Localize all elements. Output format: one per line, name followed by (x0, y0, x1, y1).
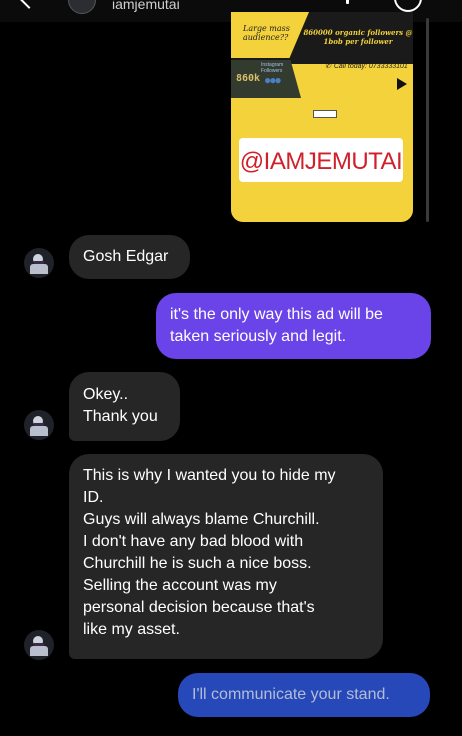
arrow-right-icon (397, 78, 407, 90)
contact-avatar[interactable] (68, 0, 96, 14)
call-icon[interactable] (346, 0, 349, 4)
message-bubble-incoming[interactable]: This is why I wanted you to hide my ID. … (69, 454, 383, 659)
ad-phone: Call today: 0733333101 (333, 63, 408, 70)
message-text: personal decision because that's (83, 599, 315, 616)
message-text: ID. (83, 489, 104, 506)
message-text: Churchill he is such a nice boss. (83, 555, 312, 572)
sender-avatar[interactable] (24, 410, 54, 440)
people-icon: ●●● (264, 73, 282, 87)
message-text: Selling the account was my (83, 577, 277, 594)
message-text: taken seriously and legit. (170, 328, 347, 345)
ad-question: Large mass audience?? (243, 24, 290, 42)
contact-username[interactable]: iamjemutai (112, 0, 180, 12)
message-text: Gosh Edgar (83, 248, 169, 265)
message-text: it's the only way this ad will be (170, 306, 383, 323)
back-arrow-icon[interactable] (19, 0, 39, 9)
ad-handle: @IAMJEMUTAI (239, 148, 403, 175)
message-text: I don't have any bad blood with (83, 533, 304, 550)
sender-avatar[interactable] (24, 248, 54, 278)
message-bubble-outgoing[interactable]: I'll communicate your stand. (178, 673, 430, 717)
message-bubble-incoming[interactable]: Okey.. Thank you (69, 372, 180, 441)
scrollbar[interactable] (426, 18, 429, 222)
message-text: like my asset. (83, 621, 180, 638)
phone-icon: ✆ (325, 63, 331, 70)
message-text: This is why I wanted you to hide my (83, 467, 336, 484)
ad-follower-count: 860k (236, 73, 261, 84)
ad-headline: 860000 organic followers @ 1bob per foll… (303, 28, 413, 46)
message-bubble-incoming[interactable]: Gosh Edgar (69, 235, 190, 279)
sender-avatar[interactable] (24, 630, 54, 660)
message-bubble-outgoing[interactable]: it's the only way this ad will be taken … (156, 293, 431, 359)
message-text: I'll communicate your stand. (192, 686, 390, 703)
ad-phone-line: ✆ Call today: 0733333101 (325, 62, 408, 70)
message-text: Thank you (83, 408, 158, 425)
message-text: Okey.. (83, 386, 129, 403)
info-icon[interactable] (394, 0, 422, 12)
ad-small-logo (313, 110, 337, 118)
shared-ad-image[interactable]: Large mass audience?? 860000 organic fol… (231, 12, 413, 222)
message-text: Guys will always blame Churchill. (83, 511, 320, 528)
